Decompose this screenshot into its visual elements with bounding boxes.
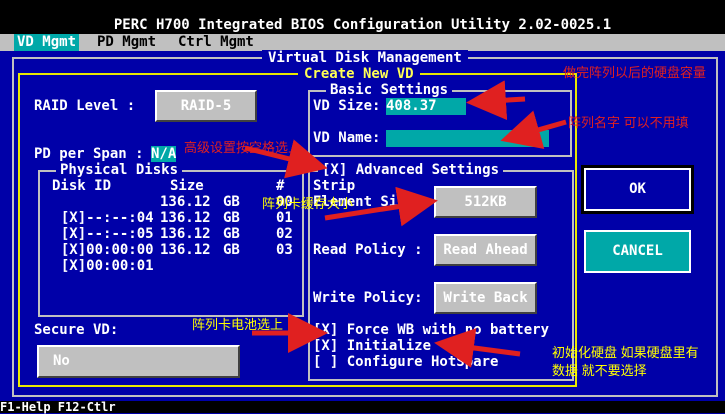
annotation-battery: 阵列卡电池选上 — [192, 317, 284, 332]
arrow-name — [500, 110, 567, 149]
annotation-capacity: 做完阵列以后的硬盘容量 — [563, 65, 707, 80]
annotation-advanced: 高级设置按空格选上 — [184, 140, 302, 155]
arrow-capacity — [466, 80, 526, 121]
annotation-name: 阵列名字 可以不用填 — [568, 115, 689, 130]
annotation-stripe: 阵列卡缓存大小 — [262, 196, 354, 211]
status-bar: F1-Help F12-Ctlr — [0, 401, 725, 413]
arrow-initialize — [434, 328, 521, 368]
annotation-initialize-2: 数据 就不要选择 — [552, 363, 647, 378]
annotation-initialize-1: 初始化硬盘 如果硬盘里有 — [552, 345, 699, 360]
